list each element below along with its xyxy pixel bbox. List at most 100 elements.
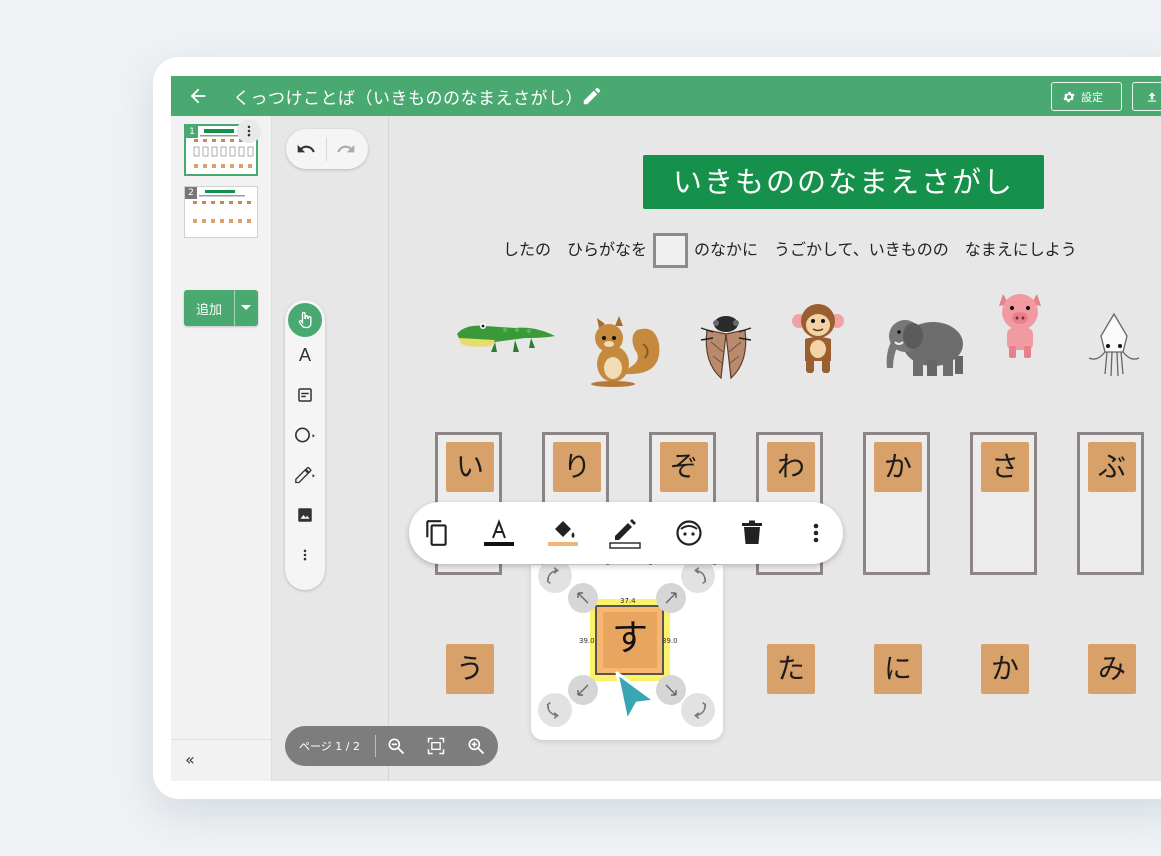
delete-button[interactable] bbox=[734, 515, 770, 551]
redo-icon[interactable] bbox=[336, 139, 356, 159]
border-color-icon bbox=[609, 519, 641, 549]
instruction-text[interactable]: したの ひらがなを のなかに うごかして、いきものの なまえにしよう bbox=[503, 233, 1077, 268]
collapse-sidebar-bar: « bbox=[171, 739, 272, 781]
image-tool[interactable] bbox=[293, 503, 317, 527]
crocodile-illustration[interactable] bbox=[455, 316, 559, 358]
hiragana-tile[interactable]: に bbox=[874, 644, 922, 694]
hiragana-tile[interactable]: た bbox=[767, 644, 815, 694]
app-screen: くっつけことば（いきもののなまえさがし） 設定 1 2 追加 « A いきものの… bbox=[171, 76, 1161, 781]
textbox-tool[interactable] bbox=[293, 383, 317, 407]
undo-redo-group bbox=[286, 129, 368, 169]
rotate-arrow-icon bbox=[546, 567, 559, 584]
thumbnail-menu-button[interactable] bbox=[237, 119, 261, 143]
double-chevron-left-icon[interactable]: « bbox=[185, 750, 195, 769]
pen-tool[interactable] bbox=[293, 463, 317, 487]
resize-handle[interactable] bbox=[656, 675, 686, 705]
rotate-arrow-icon bbox=[546, 702, 559, 719]
more-vertical-icon bbox=[247, 125, 251, 137]
resize-handle[interactable] bbox=[568, 583, 598, 613]
upload-icon bbox=[1147, 91, 1157, 102]
tools-area: A bbox=[272, 116, 389, 781]
pointer-hand-icon bbox=[298, 311, 312, 329]
resize-diagonal-icon bbox=[577, 684, 589, 696]
worksheet-title[interactable]: いきもののなまえさがし bbox=[643, 155, 1044, 209]
page-thumbnail-2[interactable]: 2 bbox=[184, 186, 258, 238]
pages-panel: 1 2 追加 « bbox=[171, 116, 272, 781]
worksheet-canvas[interactable]: いきもののなまえさがし したの ひらがなを のなかに うごかして、いきものの なま… bbox=[389, 116, 1161, 781]
selected-hiragana-tile[interactable]: す bbox=[603, 612, 657, 668]
rotate-handle[interactable] bbox=[681, 559, 715, 593]
document-title: くっつけことば（いきもののなまえさがし） bbox=[233, 89, 583, 109]
resize-diagonal-icon bbox=[665, 684, 677, 696]
hiragana-tile[interactable]: み bbox=[1088, 644, 1136, 694]
fit-screen-icon[interactable] bbox=[426, 736, 446, 756]
pen-icon bbox=[295, 466, 315, 484]
cursor-arrow-icon bbox=[615, 671, 657, 723]
pig-illustration[interactable] bbox=[995, 288, 1045, 360]
hiragana-tile[interactable]: か bbox=[981, 644, 1029, 694]
resize-handle[interactable] bbox=[568, 675, 598, 705]
fill-color-button[interactable] bbox=[545, 515, 581, 551]
border-color-button[interactable] bbox=[607, 515, 643, 551]
hiragana-tile[interactable]: ぶ bbox=[1088, 442, 1136, 492]
app-header: くっつけことば（いきもののなまえさがし） 設定 bbox=[171, 76, 1161, 116]
split-divider bbox=[234, 290, 235, 326]
emoji-button[interactable] bbox=[671, 515, 707, 551]
hiragana-tile[interactable]: さ bbox=[981, 442, 1029, 492]
page-navigator: ページ 1 / 2 bbox=[285, 726, 498, 766]
trash-icon bbox=[742, 520, 762, 544]
more-vertical-icon bbox=[303, 549, 307, 561]
text-color-icon bbox=[484, 519, 514, 546]
element-context-toolbar bbox=[409, 502, 843, 564]
text-a-icon[interactable]: A bbox=[293, 343, 317, 367]
squirrel-illustration[interactable] bbox=[585, 314, 667, 388]
divider bbox=[375, 735, 376, 757]
shape-tool[interactable] bbox=[293, 423, 317, 447]
zoom-out-icon[interactable] bbox=[386, 736, 406, 756]
rotate-handle[interactable] bbox=[681, 693, 715, 727]
shape-circle-icon bbox=[295, 427, 315, 443]
image-icon bbox=[298, 508, 312, 522]
squid-illustration[interactable] bbox=[1083, 312, 1145, 380]
rotate-arrow-icon bbox=[694, 567, 707, 584]
thumbnail-number: 2 bbox=[185, 187, 197, 199]
select-tool[interactable] bbox=[288, 303, 322, 337]
rotate-handle[interactable] bbox=[538, 559, 572, 593]
selection-overlay: す 37.4 39.0 39.0 bbox=[531, 559, 723, 740]
duplicate-button[interactable] bbox=[419, 515, 455, 551]
hiragana-tile[interactable]: う bbox=[446, 644, 494, 694]
add-page-button[interactable]: 追加 bbox=[184, 290, 258, 326]
settings-label: 設定 bbox=[1081, 90, 1103, 104]
monkey-illustration[interactable] bbox=[791, 301, 845, 377]
more-tools[interactable] bbox=[293, 543, 317, 567]
emoji-face-icon bbox=[676, 520, 702, 546]
height-measure-left: 39.0 bbox=[579, 637, 595, 645]
hiragana-tile[interactable]: い bbox=[446, 442, 494, 492]
text-color-button[interactable] bbox=[481, 515, 517, 551]
elephant-illustration[interactable] bbox=[883, 312, 967, 378]
height-measure-right: 39.0 bbox=[662, 637, 678, 645]
resize-handle[interactable] bbox=[656, 583, 686, 613]
hiragana-tile[interactable]: か bbox=[874, 442, 922, 492]
more-vertical-icon bbox=[813, 523, 819, 543]
back-arrow-icon[interactable] bbox=[187, 85, 209, 107]
instruction-before: したの ひらがなを bbox=[503, 240, 648, 259]
settings-button[interactable]: 設定 bbox=[1051, 82, 1122, 111]
rotate-handle[interactable] bbox=[538, 693, 572, 727]
hiragana-tile[interactable]: ぞ bbox=[660, 442, 708, 492]
rotate-arrow-icon bbox=[694, 702, 707, 719]
page-indicator-label: ページ 1 / 2 bbox=[299, 740, 360, 753]
pencil-icon[interactable] bbox=[581, 85, 603, 107]
fill-color-icon bbox=[548, 521, 578, 546]
hiragana-tile[interactable]: り bbox=[553, 442, 601, 492]
undo-icon[interactable] bbox=[296, 139, 316, 159]
chevron-down-icon[interactable] bbox=[241, 305, 251, 310]
zoom-in-icon[interactable] bbox=[466, 736, 486, 756]
hiragana-tile[interactable]: わ bbox=[767, 442, 815, 492]
more-options-button[interactable] bbox=[798, 515, 834, 551]
cicada-illustration[interactable] bbox=[699, 312, 753, 382]
add-page-label: 追加 bbox=[196, 303, 223, 318]
resize-diagonal-icon bbox=[577, 592, 589, 604]
upload-button[interactable] bbox=[1132, 82, 1161, 111]
instruction-after: のなかに うごかして、いきものの なまえにしよう bbox=[694, 240, 1077, 259]
